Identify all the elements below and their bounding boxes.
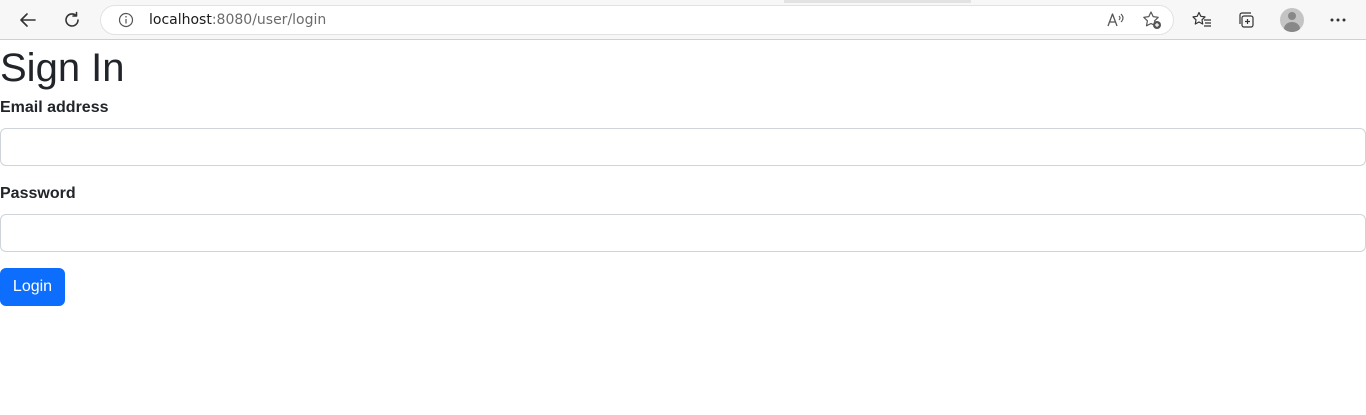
email-label: Email address: [0, 99, 109, 116]
favorites-icon: [1192, 11, 1211, 27]
read-aloud-icon: [1107, 13, 1124, 27]
add-favorite-button[interactable]: [1141, 9, 1163, 31]
refresh-icon: [65, 11, 79, 27]
page-title: Sign In: [0, 46, 125, 90]
more-button[interactable]: [1322, 4, 1354, 36]
back-button[interactable]: [12, 4, 44, 36]
password-label: Password: [0, 185, 76, 202]
browser-toolbar: localhost:8080/user/login: [0, 0, 1366, 40]
profile-avatar-icon[interactable]: [1280, 8, 1304, 32]
address-bar[interactable]: localhost:8080/user/login: [100, 5, 1174, 35]
avatar-shoulders: [1284, 22, 1300, 32]
url-host: localhost: [149, 12, 212, 28]
arrow-left-icon: [20, 13, 36, 27]
login-button[interactable]: Login: [0, 268, 65, 306]
more-icon: [1330, 18, 1346, 22]
avatar-head: [1288, 12, 1296, 20]
read-aloud-button[interactable]: [1105, 9, 1127, 31]
info-icon: [118, 12, 134, 28]
add-favorite-icon: [1143, 11, 1161, 29]
collections-button[interactable]: [1230, 4, 1262, 36]
password-field[interactable]: [0, 214, 1366, 252]
collections-icon: [1239, 12, 1254, 28]
favorites-button[interactable]: [1186, 4, 1218, 36]
tab-strip-edge: [784, 0, 971, 3]
url-text[interactable]: localhost:8080/user/login: [149, 6, 326, 34]
url-path: :8080/user/login: [211, 12, 327, 28]
email-field[interactable]: [0, 128, 1366, 166]
site-info-button[interactable]: [117, 11, 135, 29]
refresh-button[interactable]: [56, 4, 88, 36]
